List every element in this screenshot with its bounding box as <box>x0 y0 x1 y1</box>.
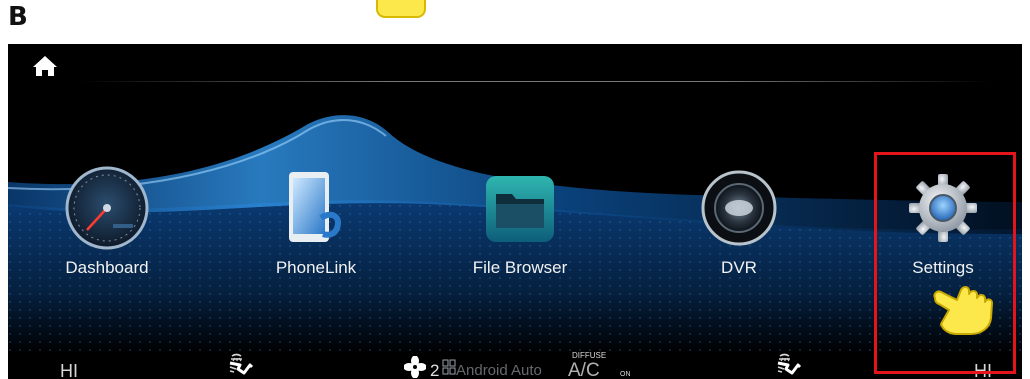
app-label: Dashboard <box>65 258 149 277</box>
climate-bar: HI 2 Android Auto DIFFUSE A/C ON HI <box>8 351 1022 379</box>
speedometer-icon <box>65 166 149 250</box>
android-auto-label[interactable]: Android Auto <box>456 362 542 379</box>
app-label: File Browser <box>472 258 568 277</box>
camera-lens-icon <box>701 170 777 246</box>
seat-airflow-icon[interactable] <box>218 353 262 379</box>
phonelink-icon <box>289 172 341 242</box>
folder-icon <box>486 176 554 242</box>
pointing-hand-icon <box>933 286 993 335</box>
fan-level: 2 <box>430 361 440 379</box>
ac-mode: DIFFUSE <box>572 351 607 360</box>
top-callout-tab <box>376 0 426 18</box>
seat-airflow-icon-right[interactable] <box>766 353 810 379</box>
panel-letter: B <box>8 2 28 32</box>
car-infotainment-screen: Dashboard PhoneLink File Browser DVR Set… <box>8 44 1022 379</box>
left-temperature[interactable]: HI <box>60 361 78 379</box>
app-label: DVR <box>721 258 757 277</box>
top-divider <box>78 81 992 82</box>
fan-bars-icon <box>442 359 456 375</box>
home-icon[interactable] <box>31 54 59 78</box>
settings-highlight-box <box>874 152 1016 374</box>
ac-label: A/C <box>568 360 600 379</box>
app-label: PhoneLink <box>275 258 357 277</box>
ac-state: ON <box>620 371 631 378</box>
fan-icon[interactable] <box>404 356 426 378</box>
